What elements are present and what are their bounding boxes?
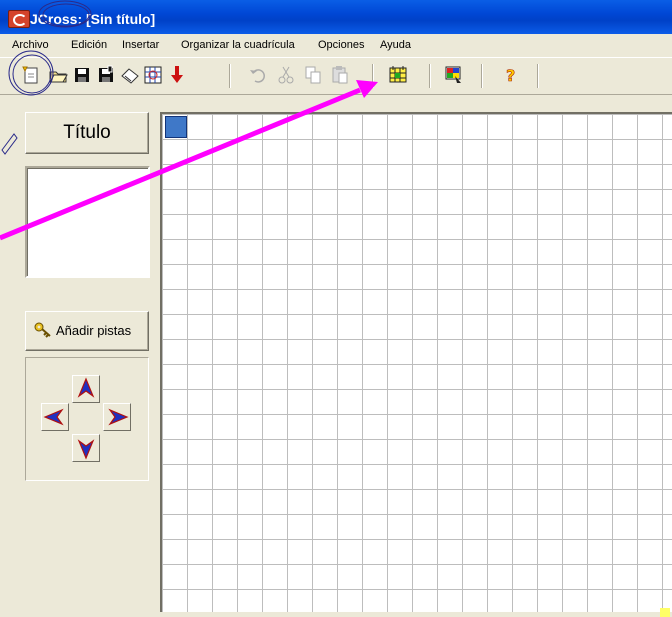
cut-icon[interactable] [275, 64, 297, 86]
jcross-window: JCross: [Sin título] Archivo Edición Ins… [0, 0, 672, 617]
arrow-left-icon [43, 408, 64, 426]
selected-grid-cell[interactable] [165, 116, 187, 138]
erase-icon[interactable] [119, 64, 141, 86]
paste-icon[interactable] [329, 64, 351, 86]
arrow-right-icon [108, 408, 129, 426]
menu-edicion[interactable]: Edición [71, 39, 107, 51]
app-icon[interactable] [8, 10, 30, 28]
menu-opciones[interactable]: Opciones [318, 39, 364, 51]
save-icon[interactable] [71, 64, 93, 86]
move-left-button[interactable] [41, 403, 69, 431]
menu-insertar[interactable]: Insertar [122, 39, 159, 51]
auto-grid-icon[interactable] [387, 64, 409, 86]
menu-organizar[interactable]: Organizar la cuadrícula [181, 39, 295, 51]
undo-icon[interactable] [247, 64, 269, 86]
move-right-button[interactable] [103, 403, 131, 431]
config-icon[interactable] [443, 64, 465, 86]
copy-icon[interactable] [302, 64, 324, 86]
open-icon[interactable] [47, 64, 69, 86]
export-arrow-icon[interactable] [166, 64, 188, 86]
toolbar-separator [229, 64, 231, 88]
toolbar-separator [481, 64, 483, 88]
title-display[interactable] [25, 166, 150, 278]
add-clues-button[interactable]: Añadir pistas [25, 311, 149, 351]
window-bottom-border [0, 612, 672, 617]
add-clues-label: Añadir pistas [56, 323, 132, 338]
arrow-down-icon [77, 439, 95, 460]
grid-navigation-pad [25, 357, 149, 481]
crossword-grid[interactable] [160, 112, 672, 614]
help-icon[interactable]: ? [500, 64, 522, 86]
title-bar[interactable]: JCross: [Sin título] [0, 0, 672, 34]
toolbar: ? [0, 57, 672, 95]
move-down-button[interactable] [72, 434, 100, 462]
move-up-button[interactable] [72, 375, 100, 403]
menu-ayuda[interactable]: Ayuda [380, 39, 411, 51]
toolbar-separator [429, 64, 431, 88]
save-as-icon[interactable] [95, 64, 117, 86]
arrow-up-icon [77, 377, 95, 398]
grid-cells[interactable] [162, 114, 672, 614]
grid-web-icon[interactable] [142, 64, 164, 86]
title-button[interactable]: Título [25, 112, 149, 154]
menu-bar: Archivo Edición Insertar Organizar la cu… [0, 35, 672, 57]
menu-archivo[interactable]: Archivo [12, 39, 49, 51]
toolbar-separator [372, 64, 374, 88]
key-icon [34, 322, 52, 338]
toolbar-separator [537, 64, 539, 88]
window-title: JCross: [Sin título] [30, 11, 156, 27]
svg-text:?: ? [506, 66, 515, 85]
new-icon[interactable] [20, 64, 42, 86]
